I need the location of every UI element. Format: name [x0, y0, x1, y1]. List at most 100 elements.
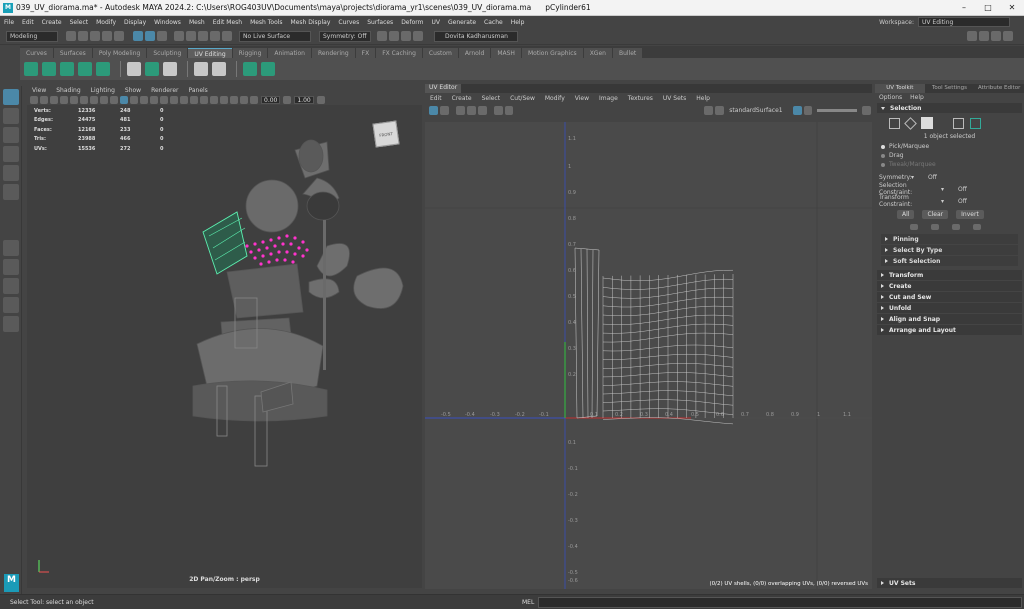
shelf-tab-curves[interactable]: Curves [20, 48, 53, 58]
dropdown-arrow-icon[interactable]: ▾ [941, 198, 944, 205]
tool-settings-toggle-icon[interactable] [991, 31, 1001, 41]
shelf-tab-rendering[interactable]: Rendering [311, 48, 355, 58]
channel-box-toggle-icon[interactable] [1003, 31, 1013, 41]
uv-menu-textures[interactable]: Textures [623, 95, 658, 102]
grow-selection-icon[interactable] [910, 224, 918, 230]
ipr-render-icon[interactable] [389, 31, 399, 41]
shelf-tab-surfaces[interactable]: Surfaces [53, 48, 92, 58]
make-live-icon[interactable] [222, 31, 232, 41]
menu-deform[interactable]: Deform [397, 19, 427, 26]
section-uv-sets[interactable]: UV Sets [877, 578, 1022, 588]
menu-uv[interactable]: UV [428, 19, 445, 26]
shelf-tab-motion-graphics[interactable]: Motion Graphics [521, 48, 583, 58]
uv-editor-tab[interactable]: UV Editor [425, 84, 462, 93]
uv-toolkit-options[interactable]: Options [879, 94, 910, 101]
dropdown-arrow-icon[interactable]: ▾ [941, 186, 944, 193]
selection-constraint-value[interactable]: Off [958, 186, 967, 193]
attribute-editor-toggle-icon[interactable] [979, 31, 989, 41]
face-mode-icon[interactable] [889, 117, 900, 129]
shelf-tab-sculpting[interactable]: Sculpting [147, 48, 188, 58]
shelf-tab-arnold[interactable]: Arnold [458, 48, 491, 58]
menu-mesh-tools[interactable]: Mesh Tools [246, 19, 286, 26]
uv-shaded-icon[interactable] [466, 105, 476, 115]
section-transform[interactable]: Transform [877, 270, 1022, 280]
shrink-selection-icon[interactable] [931, 224, 939, 230]
section-align-and-snap[interactable]: Align and Snap [877, 314, 1022, 324]
section-create[interactable]: Create [877, 281, 1022, 291]
uv-menu-create[interactable]: Create [447, 95, 477, 102]
sew-uv-edges-icon[interactable] [145, 62, 159, 76]
select-hierarchy-icon[interactable] [133, 31, 143, 41]
select-component-icon[interactable] [157, 31, 167, 41]
menu-surfaces[interactable]: Surfaces [363, 19, 397, 26]
menu-edit-mesh[interactable]: Edit Mesh [209, 19, 246, 26]
shell-mode-icon[interactable] [921, 117, 933, 129]
uv-color-icon[interactable] [792, 105, 802, 115]
render-settings-icon[interactable] [401, 31, 411, 41]
uv-menu-help[interactable]: Help [691, 95, 715, 102]
mel-label[interactable]: MEL [522, 599, 534, 606]
3d-cut-and-sew-icon[interactable] [212, 62, 226, 76]
select-shell-icon[interactable] [952, 224, 960, 230]
menu-set-dropdown[interactable]: Modeling [6, 30, 58, 42]
uv-wire-icon[interactable] [455, 105, 465, 115]
menu-cache[interactable]: Cache [480, 19, 507, 26]
tab-tool-settings[interactable]: Tool Settings [925, 84, 975, 93]
menu-generate[interactable]: Generate [444, 19, 480, 26]
menu-curves[interactable]: Curves [334, 19, 363, 26]
menu-windows[interactable]: Windows [150, 19, 185, 26]
save-scene-icon[interactable] [90, 31, 100, 41]
subsection-pinning[interactable]: Pinning [881, 234, 1018, 244]
invert-selection-button[interactable]: Invert [956, 209, 984, 219]
select-all-button[interactable]: All [897, 209, 915, 219]
automatic-map-icon[interactable] [78, 62, 92, 76]
shelf-tab-mash[interactable]: MASH [491, 48, 521, 58]
clear-selection-button[interactable]: Clear [922, 209, 949, 219]
section-cut-and-sew[interactable]: Cut and Sew [877, 292, 1022, 302]
scale-tool-icon[interactable] [3, 184, 19, 200]
snap-surface-icon[interactable] [210, 31, 220, 41]
shelf-tab-bullet[interactable]: Bullet [612, 48, 643, 58]
radio-tweak-marquee[interactable]: Tweak/Marquee [875, 160, 1024, 169]
uv-reset-icon[interactable] [862, 105, 872, 115]
uv-menu-view[interactable]: View [570, 95, 594, 102]
uv-menu-edit[interactable]: Edit [425, 95, 447, 102]
uv-mode-icon[interactable] [970, 117, 981, 129]
outliner-layout-icon[interactable] [3, 297, 19, 313]
snap-point-icon[interactable] [198, 31, 208, 41]
checker-map-icon[interactable] [243, 62, 257, 76]
move-tool-icon[interactable] [3, 146, 19, 162]
close-button[interactable]: ✕ [1000, 0, 1024, 16]
menu-display[interactable]: Display [120, 19, 150, 26]
edge-mode-icon[interactable] [953, 117, 964, 129]
menu-create[interactable]: Create [38, 19, 66, 26]
uv-border-icon[interactable] [477, 105, 487, 115]
uv-alpha-icon[interactable] [803, 105, 813, 115]
live-surface-field[interactable]: No Live Surface [239, 30, 311, 42]
spherical-map-icon[interactable] [60, 62, 74, 76]
select-object-icon[interactable] [145, 31, 155, 41]
uv-viewport[interactable]: -0.5 -0.4 -0.3 -0.2 -0.1 0.1 0.2 0.3 0.4 0.5 0.6 0.… [425, 122, 872, 589]
uv-menu-image[interactable]: Image [594, 95, 623, 102]
radio-pick-marquee[interactable]: Pick/Marquee [875, 142, 1024, 151]
undo-icon[interactable] [102, 31, 112, 41]
radio-drag[interactable]: Drag [875, 151, 1024, 160]
modeling-toolkit-toggle-icon[interactable] [967, 31, 977, 41]
checker-icon[interactable] [715, 105, 725, 115]
uv-toolkit-help[interactable]: Help [910, 94, 932, 101]
symmetry-value[interactable]: Off [928, 174, 937, 181]
uv-menu-uv-sets[interactable]: UV Sets [658, 95, 691, 102]
snap-curve-icon[interactable] [186, 31, 196, 41]
open-scene-icon[interactable] [78, 31, 88, 41]
menu-edit[interactable]: Edit [18, 19, 38, 26]
four-view-layout-icon[interactable] [3, 259, 19, 275]
uv-menu-modify[interactable]: Modify [540, 95, 570, 102]
menu-select[interactable]: Select [66, 19, 93, 26]
select-border-icon[interactable] [973, 224, 981, 230]
select-tool-icon[interactable] [3, 89, 19, 105]
shelf-tab-animation[interactable]: Animation [268, 48, 311, 58]
unfold-icon[interactable] [194, 62, 208, 76]
minimize-button[interactable]: – [952, 0, 976, 16]
menu-mesh-display[interactable]: Mesh Display [287, 19, 335, 26]
lasso-tool-icon[interactable] [3, 108, 19, 124]
